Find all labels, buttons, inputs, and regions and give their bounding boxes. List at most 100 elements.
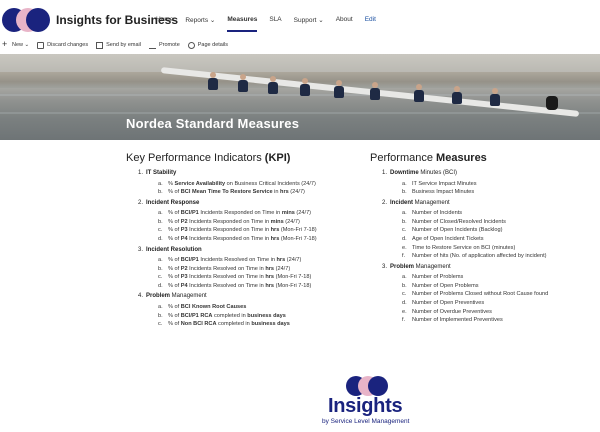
command-bar: New ⌄ Discard changes Send by email Prom… [0,38,600,52]
nav-home[interactable]: Home [156,16,173,28]
section-number: 2. [138,199,144,206]
list-item: c. % of Non BCI RCA completed in business… [158,320,356,329]
list-item-letter: d. [402,235,407,242]
hero-coxswain [546,96,558,110]
section-number: 3. [138,246,144,253]
list-item-text: Number of Open Problems [412,282,479,289]
discard-changes-button[interactable]: Discard changes [37,41,89,49]
list-item-letter: c. [402,291,407,298]
list-item-text: Incidents Resolved on Time in [187,282,266,289]
list-item-text: Business Impact Minutes [412,189,475,196]
list-item-text: (24/7) [283,218,300,225]
list-item-text: Service Availability [174,180,226,187]
list-item: d. % of P4 Incidents Responded on Time in… [158,235,356,244]
list-item: c. Number of Open Incidents (Backlog) [402,226,590,235]
page-details-label: Page details [197,42,229,48]
list-item-text: Number of Closed/Resolved Incidents [412,218,506,225]
kpi-heading-text: Key Performance Indicators [126,152,262,164]
mail-icon [96,41,104,49]
site-logo[interactable] [2,8,50,32]
list-item: a. % of BCI/P1 Incidents Resolved on Time… [158,256,356,265]
list-item-text: % of [168,274,181,281]
nav-edit[interactable]: Edit [365,16,376,28]
list-item-text: Number of Problems Closed without Root C… [412,291,549,298]
section-heading: 3. Problem Management [382,263,590,272]
section-title: Downtime [390,170,419,176]
nav-support[interactable]: Support ⌄ [294,16,324,28]
page-details-button[interactable]: Page details [187,41,229,49]
logo-circle-right [26,8,50,32]
list-item: b. Number of Open Problems [402,282,590,291]
section-heading: 2. Incident Management [382,199,590,208]
list-item-text: P3 [180,227,188,234]
list-item-text: business days [247,312,286,319]
list-item: a. % of BCI Known Root Causes [158,303,356,312]
list-item-letter: b. [158,189,163,196]
list-item-text: % of [168,265,181,272]
list-item: a. Number of Problems [402,273,590,282]
list-item-text: % of [168,282,181,289]
list-item-text: Non BCI RCA [180,321,217,328]
list-item: c. Number of Problems Closed without Root… [402,290,590,299]
list-item-text: (24/7) [288,189,305,196]
nav-sla[interactable]: SLA [269,16,281,28]
list-item-letter: b. [158,265,163,272]
list-item-letter: a. [158,303,163,310]
section-heading: 3. Incident Resolution [138,246,356,255]
section-number: 1. [138,170,144,176]
section-number: 1. [382,170,388,176]
list-item: e. Time to Restore Service on BCI (minute… [402,244,590,253]
list-item-text: (24/7) [274,265,291,272]
list-item-text: Incidents Resolved on Time in [187,265,266,272]
new-button[interactable]: New ⌄ [2,39,29,49]
list-item-letter: a. [158,180,163,187]
list-item-text: (Mon-Fri 7-18) [279,235,317,242]
list-item-text: business days [251,321,290,328]
promote-button[interactable]: Promote [148,42,180,49]
list-item-letter: a. [402,180,407,187]
list-item-letter: b. [402,218,407,225]
list-item: b. % of BCI/P1 RCA completed in business … [158,312,356,321]
list-item-text: P4 [180,282,188,289]
list-item: d. Age of Open Incident Tickets [402,235,590,244]
list-item: e. Number of Overdue Preventives [402,308,590,317]
list-item-text: Incidents Responded on Time in [187,235,271,242]
promote-label: Promote [158,42,180,48]
section-title-rest: Management [170,293,207,300]
send-by-email-button[interactable]: Send by email [96,41,141,49]
section-title: IT Stability [146,170,177,176]
list-item-text: P2 [180,218,188,225]
list-item-text: on Business Critical Incidents (24/7) [225,180,316,187]
section-title: Incident Resolution [146,246,202,253]
list-item-text: mins [281,210,295,217]
nav-reports[interactable]: Reports ⌄ [185,16,215,28]
pm-heading-text: Performance [370,152,433,164]
list-item: b. Number of Closed/Resolved Incidents [402,218,590,227]
list-item-text: Number of Problems [412,274,464,281]
list-item-text: Incidents Responded on Time in [187,227,271,234]
list-item-text: hrs [265,274,275,281]
list-item-letter: b. [158,218,163,225]
nav-measures[interactable]: Measures [227,16,258,32]
list-item-text: hrs [276,257,286,264]
list-item-text: Incidents Resolved on Time in [187,274,266,281]
promote-icon [148,42,156,49]
section-heading: 1. IT Stability [138,169,356,178]
hero-rower [452,86,462,104]
list-item-text: BCI/P1 [180,257,199,264]
discard-label: Discard changes [47,42,89,48]
hero-banner [0,54,600,140]
list-item-text: BCI Mean Time To Restore Service [180,189,273,196]
plus-icon [2,39,9,49]
hero-water-reflection [0,112,600,114]
list-item-text: % of [168,235,181,242]
list-item: a. IT Service Impact Minutes [402,180,590,189]
top-nav: Home Reports ⌄ Measures SLA Support ⌄ Ab… [156,16,388,32]
hero-rower [268,76,278,94]
site-header: Insights for Business Home Reports ⌄ Mea… [0,0,600,40]
list-item-text: (24/7) [294,210,312,217]
list-item: b. % of P2 Incidents Responded on Time in… [158,218,356,227]
insights-brand-name: Insights [328,395,403,417]
list-item-text: hrs [280,189,289,196]
nav-about[interactable]: About [336,16,353,28]
